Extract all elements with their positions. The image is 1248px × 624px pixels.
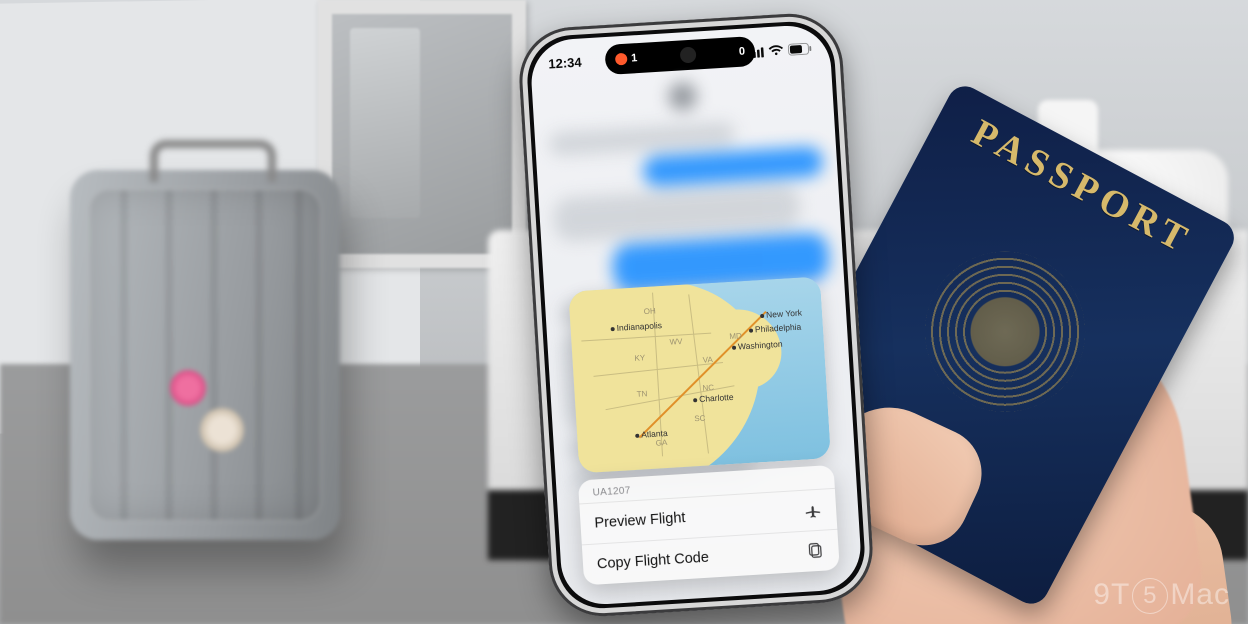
map-state: SC	[694, 414, 706, 424]
flight-route-line	[568, 276, 831, 473]
airplane-icon	[804, 501, 823, 520]
map-state: VA	[702, 355, 713, 365]
iphone: 12:34 1 0	[516, 11, 875, 620]
map-state: TN	[636, 389, 647, 399]
passport-seal-icon	[897, 224, 1113, 440]
suitcase-handle	[150, 140, 276, 182]
suitcase-sticker	[200, 408, 244, 452]
contact-avatar[interactable]	[668, 82, 698, 112]
suitcase-sticker	[170, 370, 206, 406]
map-state: MD	[729, 331, 742, 341]
flight-map-preview[interactable]: New York Philadelphia Washington Charlot…	[568, 276, 831, 473]
dynamic-island[interactable]: 1 0	[604, 36, 756, 75]
map-state: KY	[634, 353, 645, 363]
live-activity-icon	[615, 53, 628, 66]
phone-screen[interactable]: 12:34 1 0	[529, 23, 863, 606]
wifi-icon	[768, 44, 785, 57]
watermark-circle-icon: 5	[1132, 578, 1168, 614]
status-indicators	[748, 40, 812, 59]
mirror	[318, 0, 526, 268]
clipboard-icon	[806, 542, 825, 561]
suitcase	[70, 170, 340, 540]
battery-icon	[788, 42, 813, 55]
menu-label: Copy Flight Code	[597, 550, 710, 573]
watermark-9to5mac: 9T5Mac	[1093, 578, 1230, 614]
map-state: NC	[702, 383, 714, 393]
photo-scene: PASSPORT 12:34 1 0	[0, 0, 1248, 624]
camera-icon	[680, 47, 697, 64]
menu-label: Preview Flight	[594, 510, 686, 532]
map-state: OH	[643, 306, 656, 316]
map-state: WV	[669, 337, 682, 347]
flight-context-menu: UA1207 Preview Flight Copy Flight Code	[578, 465, 840, 585]
map-state: GA	[655, 438, 667, 448]
status-time: 12:34	[548, 54, 582, 71]
